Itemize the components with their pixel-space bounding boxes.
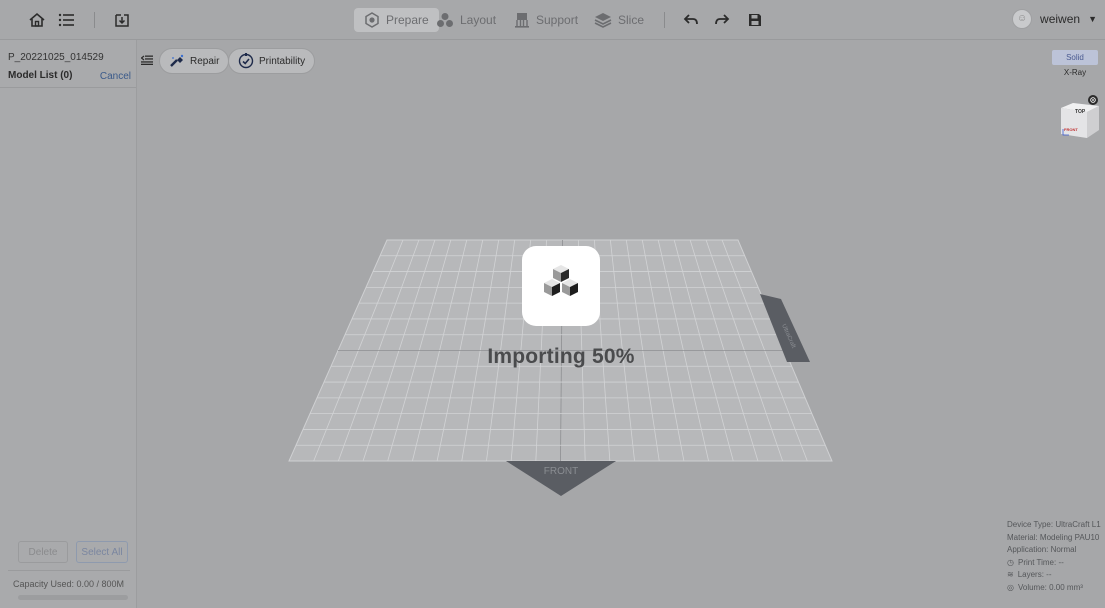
model-list-title: Model List (0) bbox=[8, 70, 73, 81]
toolbar-divider bbox=[94, 12, 95, 28]
printability-icon bbox=[238, 53, 254, 69]
save-icon[interactable] bbox=[744, 9, 766, 31]
repair-label: Repair bbox=[190, 55, 220, 67]
repair-button[interactable]: Repair bbox=[159, 48, 230, 74]
select-all-button[interactable]: Select All bbox=[76, 541, 128, 563]
menu-icon[interactable] bbox=[55, 9, 77, 31]
clock-icon: ◷ bbox=[1007, 557, 1014, 567]
avatar: ☺ bbox=[1012, 9, 1033, 29]
cubes-logo-icon bbox=[544, 265, 578, 296]
3d-viewport[interactable]: UltraCraft FRONT bbox=[137, 40, 1105, 608]
repair-icon bbox=[170, 54, 184, 67]
layers: Layers: -- bbox=[1017, 570, 1052, 579]
tab-slice[interactable]: Slice bbox=[594, 8, 644, 32]
layers-row: ≋ Layers: -- bbox=[1007, 569, 1101, 582]
project-name: P_20221025_014529 bbox=[8, 52, 104, 63]
capacity-bar bbox=[18, 595, 128, 600]
tab-support[interactable]: Support bbox=[514, 8, 578, 32]
prepare-icon bbox=[365, 12, 379, 28]
user-name: weiwen bbox=[1040, 12, 1081, 26]
view-cube[interactable]: TOP FRONT bbox=[1059, 94, 1101, 140]
divider bbox=[0, 87, 136, 88]
capacity-label: Capacity Used: 0.00 / 800M bbox=[12, 579, 125, 589]
tab-slice-label: Slice bbox=[618, 13, 645, 27]
volume-icon: ◎ bbox=[1007, 582, 1014, 592]
user-menu[interactable]: ☺ weiwen ▼ bbox=[1012, 9, 1097, 29]
volume-row: ◎ Volume: 0.00 mm³ bbox=[1007, 582, 1101, 595]
print-time: Print Time: -- bbox=[1017, 557, 1064, 567]
print-info-panel: Device Type: UltraCraft L1 Material: Mod… bbox=[1007, 519, 1101, 594]
tab-prepare[interactable]: Prepare bbox=[354, 8, 439, 32]
undo-icon[interactable] bbox=[680, 9, 702, 31]
front-label: FRONT bbox=[544, 466, 578, 477]
chevron-down-icon: ▼ bbox=[1088, 14, 1097, 24]
layers-icon: ≋ bbox=[1007, 570, 1014, 579]
volume: Volume: 0.00 mm³ bbox=[1017, 582, 1083, 592]
delete-button[interactable]: Delete bbox=[18, 541, 68, 563]
support-icon bbox=[515, 13, 529, 28]
import-icon[interactable] bbox=[111, 9, 133, 31]
tab-layout-label: Layout bbox=[460, 13, 497, 27]
loading-card bbox=[522, 246, 600, 326]
import-progress-text: Importing 50% bbox=[487, 345, 635, 368]
device-type: Device Type: UltraCraft L1 bbox=[1007, 520, 1101, 529]
redo-icon[interactable] bbox=[711, 9, 733, 31]
cube-front-label: FRONT bbox=[1064, 127, 1078, 132]
home-icon[interactable] bbox=[26, 9, 48, 31]
tab-prepare-label: Prepare bbox=[386, 13, 429, 27]
toolbar-divider bbox=[664, 12, 665, 28]
xray-view-option[interactable]: X-Ray bbox=[1052, 65, 1098, 80]
divider bbox=[8, 570, 130, 571]
cancel-link[interactable]: Cancel bbox=[100, 71, 131, 82]
model-sidebar: P_20221025_014529 Model List (0) Cancel … bbox=[0, 40, 137, 608]
application: Application: Normal bbox=[1007, 545, 1077, 554]
printability-button[interactable]: Printability bbox=[228, 48, 316, 74]
layout-icon bbox=[437, 13, 453, 27]
slice-icon bbox=[594, 13, 612, 28]
top-toolbar: Prepare Layout Support Slice ☺ weiwen ▼ bbox=[0, 0, 1105, 40]
tab-support-label: Support bbox=[536, 13, 579, 27]
material: Material: Modeling PAU10 bbox=[1007, 532, 1100, 542]
printability-label: Printability bbox=[259, 55, 306, 67]
view-mode-toggle: Solid X-Ray bbox=[1052, 50, 1098, 80]
print-time-row: ◷ Print Time: -- bbox=[1007, 557, 1101, 570]
cube-top-label: TOP bbox=[1075, 109, 1086, 115]
solid-view-option[interactable]: Solid bbox=[1052, 50, 1098, 65]
tab-layout[interactable]: Layout bbox=[436, 8, 496, 32]
